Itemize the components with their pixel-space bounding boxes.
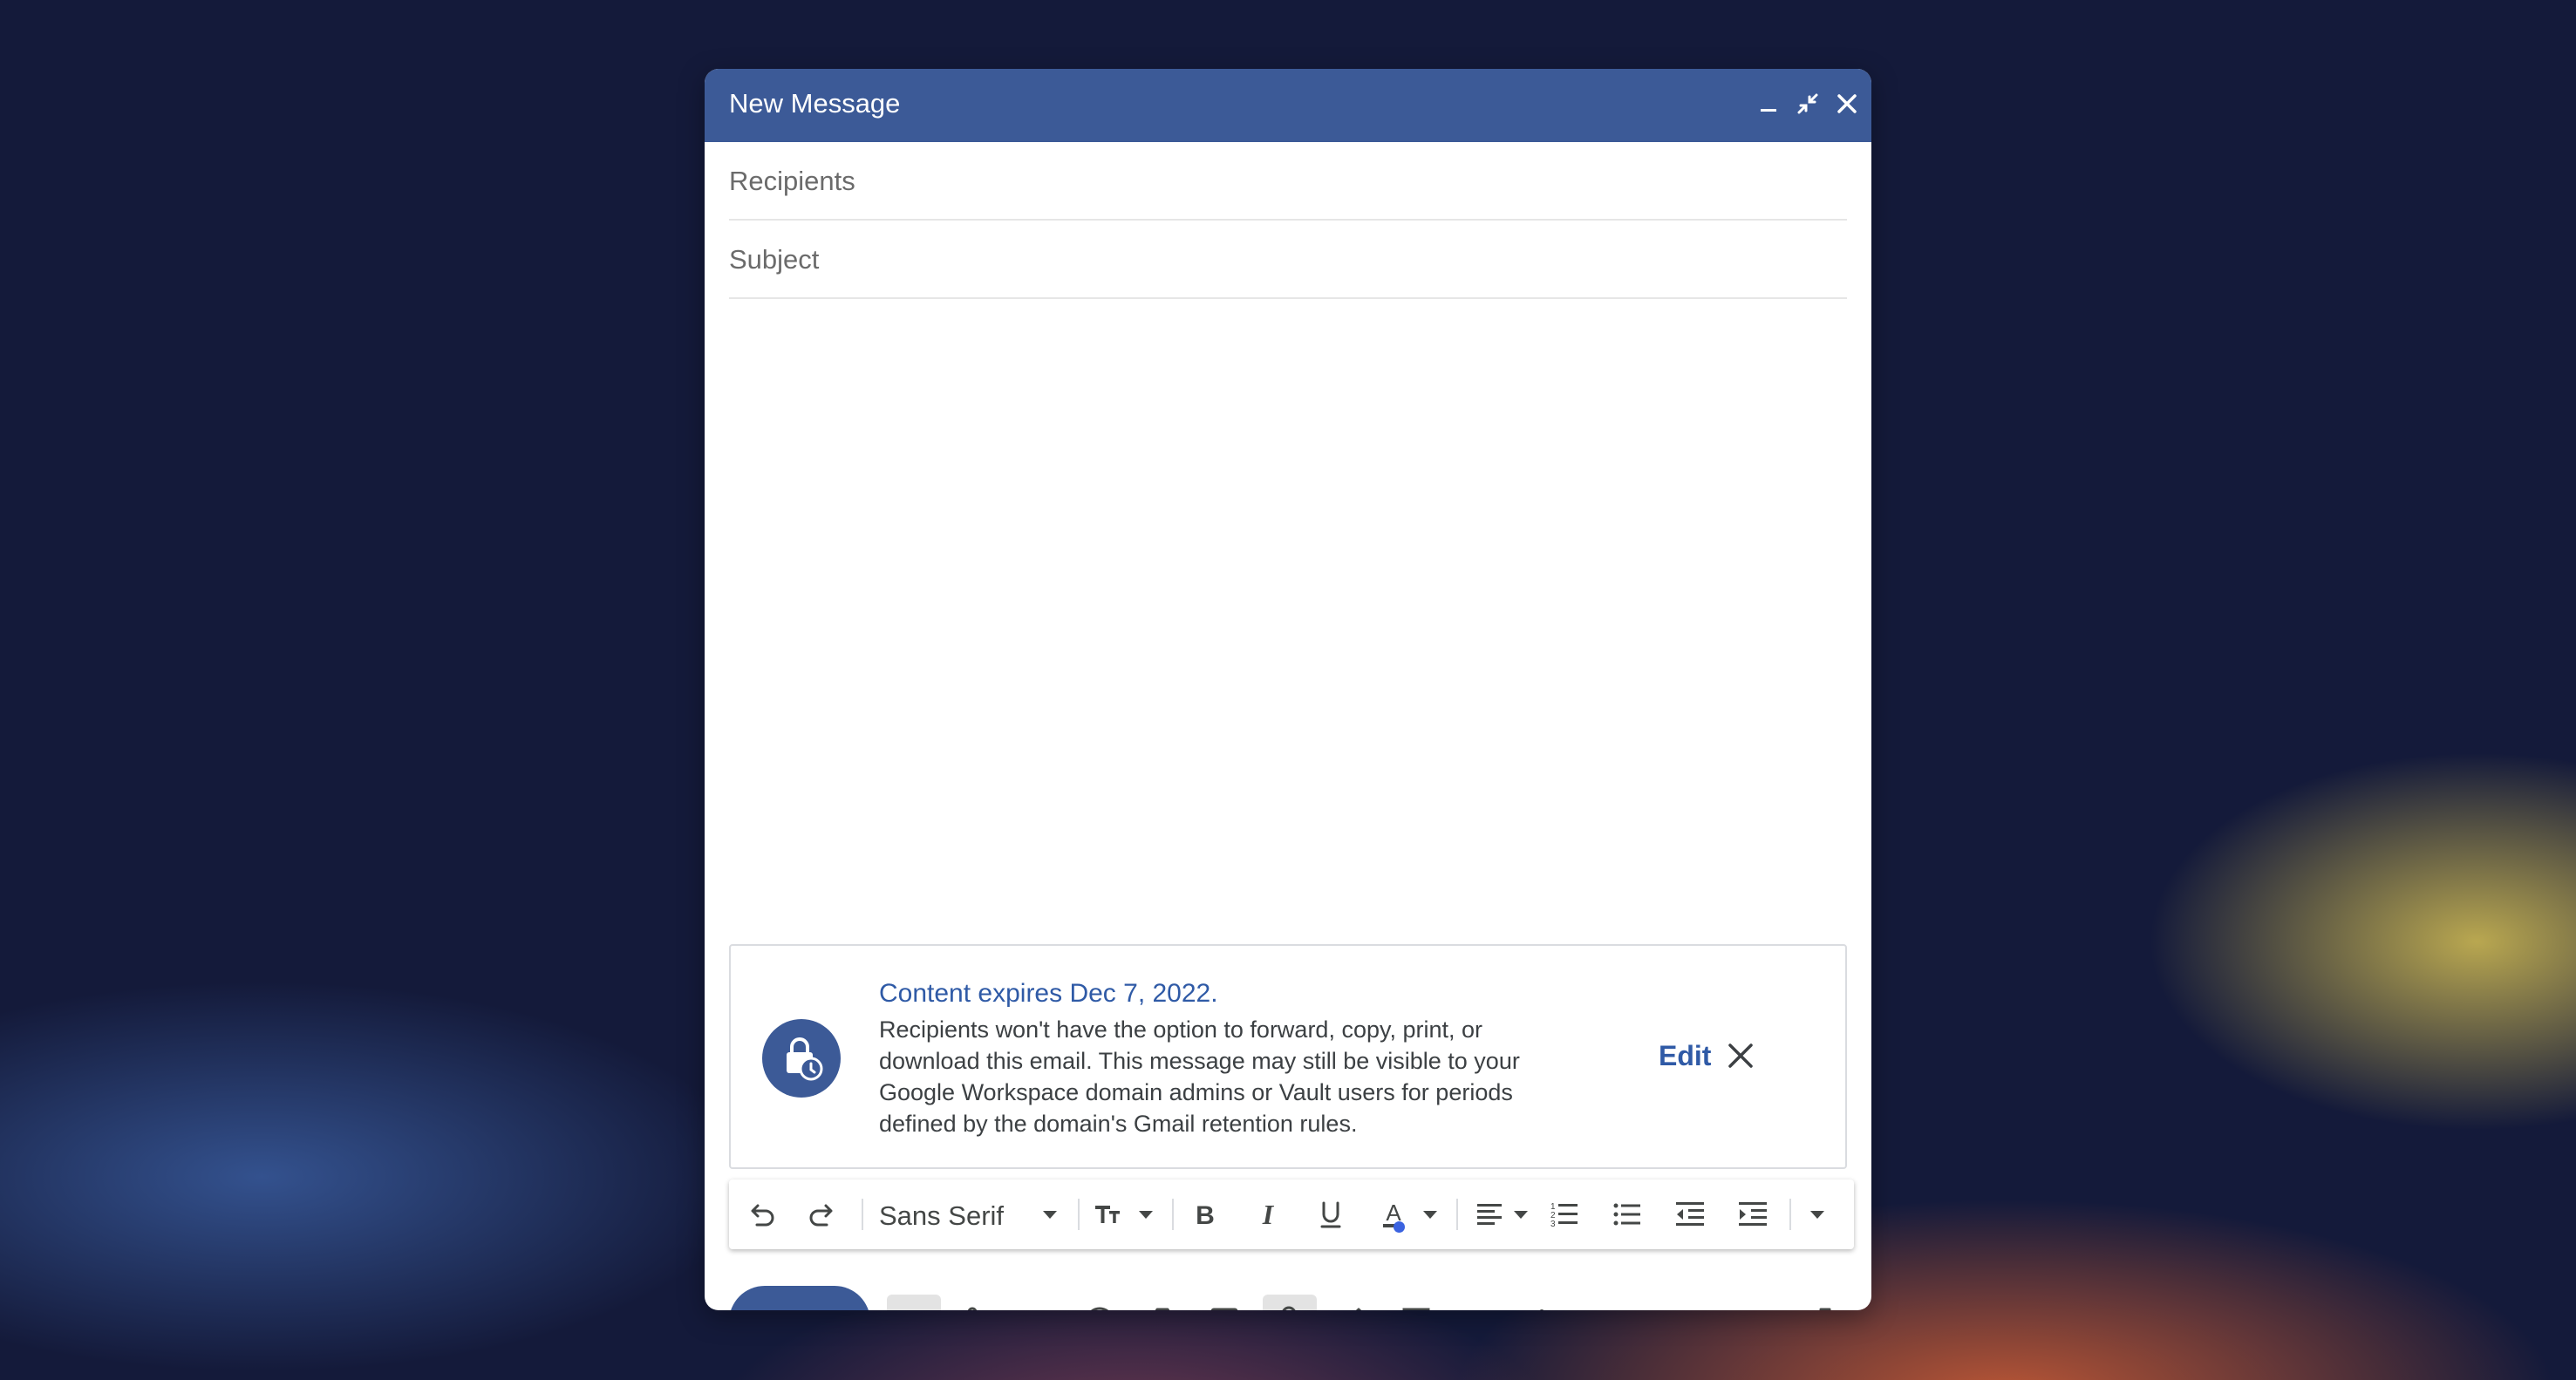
close-icon[interactable]: [1830, 86, 1864, 121]
more-formatting-icon[interactable]: [1798, 1195, 1837, 1234]
undo-icon[interactable]: [741, 1195, 780, 1234]
confidential-mode-icon[interactable]: [1270, 1302, 1310, 1310]
indent-more-icon[interactable]: [1734, 1195, 1772, 1234]
font-family-select[interactable]: Sans Serif: [879, 1200, 1004, 1232]
exit-fullscreen-icon[interactable]: [1790, 86, 1825, 121]
lock-clock-icon: [762, 1019, 841, 1098]
photo-icon[interactable]: [1204, 1302, 1244, 1310]
subject-input[interactable]: [729, 222, 1847, 297]
subject-row: [729, 222, 1847, 299]
layouts-icon[interactable]: [1396, 1302, 1436, 1310]
indent-less-icon[interactable]: [1671, 1195, 1709, 1234]
banner-edit-link[interactable]: Edit: [1659, 1040, 1711, 1072]
text-color-dropdown-icon[interactable]: [1411, 1195, 1449, 1234]
more-options-icon[interactable]: [1522, 1302, 1562, 1310]
svg-text:A: A: [908, 1307, 921, 1310]
drive-icon[interactable]: [1142, 1302, 1182, 1310]
signature-icon[interactable]: [1332, 1302, 1373, 1310]
svg-text:I: I: [1262, 1199, 1275, 1230]
banner-title: Content expires Dec 7, 2022.: [879, 979, 1218, 1008]
svg-text:B: B: [1196, 1201, 1215, 1230]
discard-icon[interactable]: [1805, 1302, 1845, 1310]
recipients-row: [729, 144, 1847, 221]
recipients-input[interactable]: [729, 144, 1847, 219]
numbered-list-icon[interactable]: 1 2 3: [1545, 1195, 1584, 1234]
emoji-icon[interactable]: [1080, 1302, 1120, 1310]
bold-icon[interactable]: B: [1186, 1195, 1224, 1234]
banner-close-icon[interactable]: [1721, 1037, 1760, 1075]
link-icon[interactable]: [1017, 1302, 1057, 1310]
compose-title-bar[interactable]: New Message: [705, 69, 1871, 142]
formatting-toolbar: Sans Serif B I A 1 2 3: [729, 1179, 1854, 1249]
schedule-send-icon[interactable]: [1459, 1302, 1499, 1310]
minimize-icon[interactable]: [1751, 86, 1786, 121]
send-button[interactable]: Send: [729, 1286, 870, 1310]
text-size-icon[interactable]: [1090, 1195, 1128, 1234]
text-size-dropdown-icon[interactable]: [1127, 1195, 1165, 1234]
bottom-toolbar: Send A: [705, 1270, 1871, 1310]
bulleted-list-icon[interactable]: [1608, 1195, 1646, 1234]
align-dropdown-icon[interactable]: [1502, 1195, 1540, 1234]
banner-description: Recipients won't have the option to forw…: [879, 1016, 1520, 1137]
underline-icon[interactable]: [1312, 1195, 1350, 1234]
layouts-notification-dot: [1394, 1221, 1405, 1233]
compose-title: New Message: [729, 88, 901, 119]
svg-text:3: 3: [1550, 1220, 1556, 1229]
font-dropdown-icon[interactable]: [1031, 1195, 1069, 1234]
message-body[interactable]: [729, 297, 1847, 925]
attach-icon[interactable]: [955, 1302, 995, 1310]
confidential-mode-banner: Content expires Dec 7, 2022. Recipients …: [729, 944, 1847, 1169]
italic-icon[interactable]: I: [1249, 1195, 1287, 1234]
formatting-options-icon[interactable]: A: [894, 1302, 934, 1310]
compose-window: New Message Recipients Subject Content e…: [705, 69, 1871, 1310]
redo-icon[interactable]: [804, 1195, 842, 1234]
